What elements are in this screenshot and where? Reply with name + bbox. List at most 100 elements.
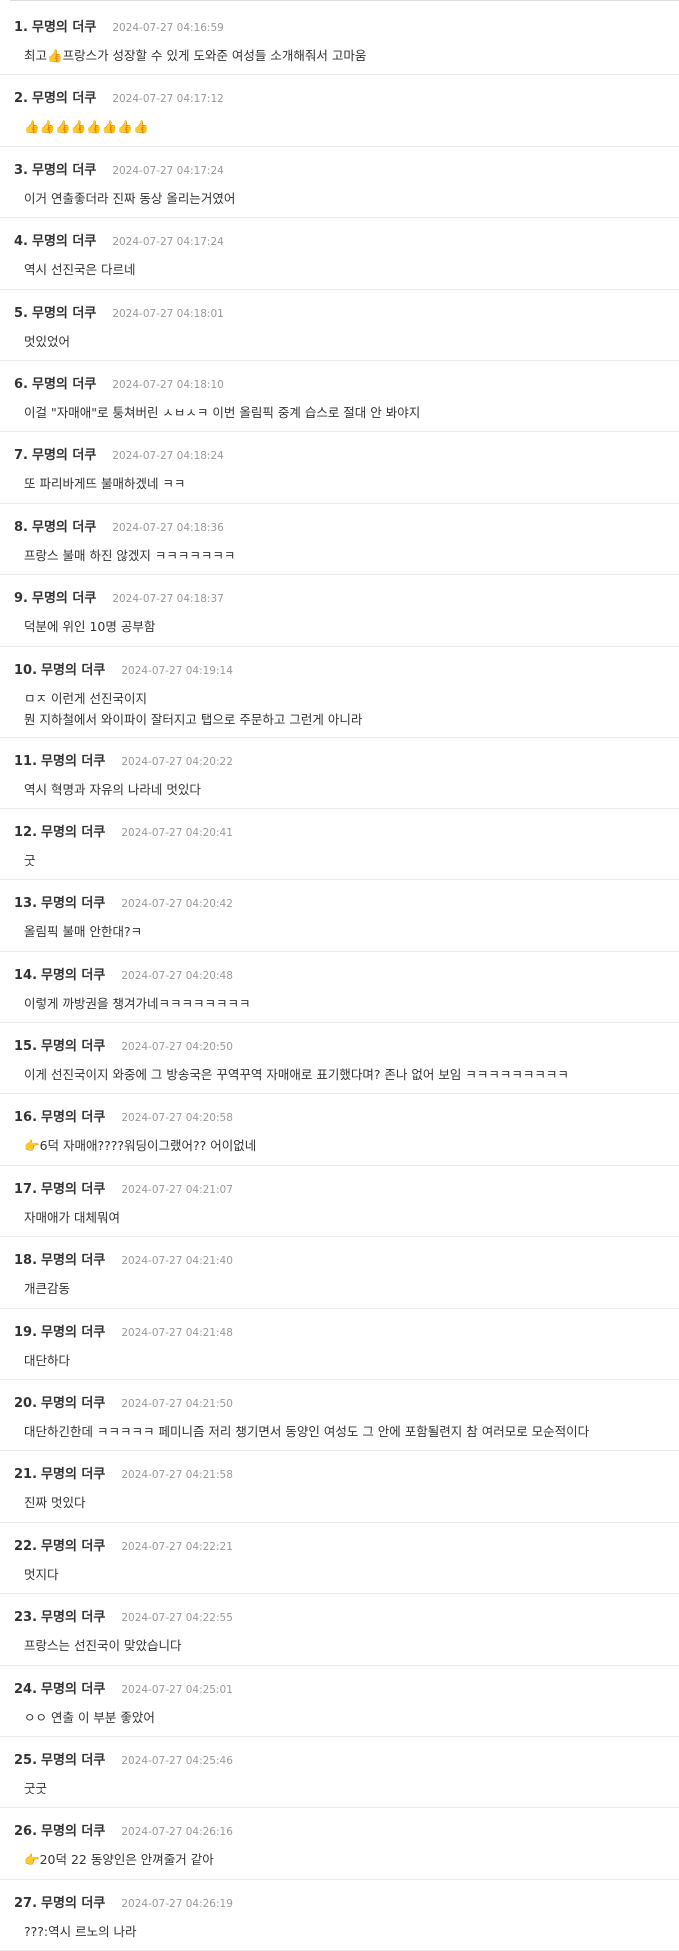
comment-meta: 25. 무명의 더쿠 2024-07-27 04:25:46 xyxy=(14,1749,679,1769)
comment-author-name[interactable]: 무명의 더쿠 xyxy=(41,1535,105,1554)
comment-timestamp: 2024-07-27 04:25:46 xyxy=(121,1754,233,1767)
comment-meta: 11. 무명의 더쿠 2024-07-27 04:20:22 xyxy=(14,750,679,770)
comment-meta: 2. 무명의 더쿠 2024-07-27 04:17:12 xyxy=(14,87,679,107)
comment-author-name[interactable]: 무명의 더쿠 xyxy=(32,373,96,392)
comment-author-name[interactable]: 무명의 더쿠 xyxy=(41,1463,105,1482)
comment-author[interactable]: 24. xyxy=(14,1682,37,1697)
comment-author-name[interactable]: 무명의 더쿠 xyxy=(41,659,105,678)
comment-item: 17. 무명의 더쿠 2024-07-27 04:21:07 자매애가 대체뭐여 xyxy=(0,1166,679,1238)
comment-author[interactable]: 8. xyxy=(14,520,28,535)
comment-author[interactable]: 16. xyxy=(14,1110,37,1125)
comment-author[interactable]: 19. xyxy=(14,1325,37,1340)
comment-item: 23. 무명의 더쿠 2024-07-27 04:22:55 프랑스는 선진국이 맞았… xyxy=(0,1594,679,1666)
comment-author-name[interactable]: 무명의 더쿠 xyxy=(32,159,96,178)
comment-list: 1. 무명의 더쿠 2024-07-27 04:16:59 최고👍프랑스가 성장할 수… xyxy=(0,4,679,1951)
comment-meta: 9. 무명의 더쿠 2024-07-27 04:18:37 xyxy=(14,587,679,607)
comment-text: 이걸 "자매애"로 퉁쳐버린 ㅅㅂㅅㅋ 이번 올림픽 중계 습스로 절대 안 봐… xyxy=(24,404,421,420)
comment-text: 최고👍프랑스가 성장할 수 있게 도와준 여성들 소개해줘서 고마움 xyxy=(24,48,367,63)
comment-text: 멋있었어 xyxy=(24,333,71,349)
comment-author[interactable]: 21. xyxy=(14,1467,37,1482)
comment-meta: 12. 무명의 더쿠 2024-07-27 04:20:41 xyxy=(14,821,679,841)
comment-meta: 1. 무명의 더쿠 2024-07-27 04:16:59 xyxy=(14,16,679,36)
comment-author[interactable]: 14. xyxy=(14,968,37,983)
comment-author-name[interactable]: 무명의 더쿠 xyxy=(41,892,105,911)
comment-author[interactable]: 3. xyxy=(14,163,28,178)
comment-author-name[interactable]: 무명의 더쿠 xyxy=(41,1106,105,1125)
comment-text: 이게 선진국이지 와중에 그 방송국은 꾸역꾸역 자매애로 표기했다며? 존나 … xyxy=(24,1067,569,1083)
comment-item: 11. 무명의 더쿠 2024-07-27 04:20:22 역시 혁명과 자유의 나… xyxy=(0,738,679,809)
comment-timestamp: 2024-07-27 04:18:01 xyxy=(112,307,224,320)
comment-author[interactable]: 27. xyxy=(14,1896,37,1911)
comment-author[interactable]: 10. xyxy=(14,663,37,678)
comment-meta: 17. 무명의 더쿠 2024-07-27 04:21:07 xyxy=(14,1178,679,1198)
comment-item: 21. 무명의 더쿠 2024-07-27 04:21:58 진짜 멋있다 xyxy=(0,1451,679,1523)
comment-author[interactable]: 1. xyxy=(14,20,28,35)
comment-text: 굿굿 xyxy=(24,1780,48,1796)
comment-author-name[interactable]: 무명의 더쿠 xyxy=(41,1321,105,1340)
comment-meta: 27. 무명의 더쿠 2024-07-27 04:26:19 xyxy=(14,1892,679,1912)
comment-meta: 22. 무명의 더쿠 2024-07-27 04:22:21 xyxy=(14,1535,679,1555)
comment-author[interactable]: 4. xyxy=(14,234,28,249)
comment-author-name[interactable]: 무명의 더쿠 xyxy=(41,1249,105,1268)
comment-section: 1. 무명의 더쿠 2024-07-27 04:16:59 최고👍프랑스가 성장할 수… xyxy=(0,0,679,1951)
comment-author-name[interactable]: 무명의 더쿠 xyxy=(41,1678,105,1697)
comment-author-name[interactable]: 무명의 더쿠 xyxy=(32,444,96,463)
comment-author-name[interactable]: 무명의 더쿠 xyxy=(41,1749,105,1768)
comment-item: 3. 무명의 더쿠 2024-07-27 04:17:24 이거 연출좋더라 진짜 동… xyxy=(0,147,679,219)
comment-timestamp: 2024-07-27 04:21:58 xyxy=(121,1469,233,1482)
comment-author-name[interactable]: 무명의 더쿠 xyxy=(32,16,96,35)
comment-author[interactable]: 12. xyxy=(14,825,37,840)
comment-timestamp: 2024-07-27 04:26:19 xyxy=(121,1897,233,1910)
comment-meta: 4. 무명의 더쿠 2024-07-27 04:17:24 xyxy=(14,230,679,250)
comment-author-name[interactable]: 무명의 더쿠 xyxy=(32,587,96,606)
comment-author-name[interactable]: 무명의 더쿠 xyxy=(41,1178,105,1197)
comment-meta: 20. 무명의 더쿠 2024-07-27 04:21:50 xyxy=(14,1392,679,1412)
comment-meta: 7. 무명의 더쿠 2024-07-27 04:18:24 xyxy=(14,444,679,464)
comment-author[interactable]: 25. xyxy=(14,1753,37,1768)
comment-author-name[interactable]: 무명의 더쿠 xyxy=(41,1035,105,1054)
comment-author-name[interactable]: 무명의 더쿠 xyxy=(41,1892,105,1911)
comment-meta: 24. 무명의 더쿠 2024-07-27 04:25:01 xyxy=(14,1678,679,1698)
comment-author[interactable]: 20. xyxy=(14,1396,37,1411)
comment-author-name[interactable]: 무명의 더쿠 xyxy=(32,302,96,321)
comment-author-name[interactable]: 무명의 더쿠 xyxy=(41,964,105,983)
comment-author[interactable]: 2. xyxy=(14,91,28,106)
comment-item: 13. 무명의 더쿠 2024-07-27 04:20:42 올림픽 불매 안한대?ㅋ xyxy=(0,880,679,952)
comment-author[interactable]: 22. xyxy=(14,1539,37,1554)
comment-text: 👉6덕 자매애????워딩이그랬어?? 어이없네 xyxy=(24,1138,257,1154)
comment-author-name[interactable]: 무명의 더쿠 xyxy=(41,821,105,840)
comment-author[interactable]: 17. xyxy=(14,1182,37,1197)
comment-author[interactable]: 18. xyxy=(14,1253,37,1268)
comment-author-name[interactable]: 무명의 더쿠 xyxy=(32,516,96,535)
comment-author[interactable]: 23. xyxy=(14,1610,37,1625)
comment-author-name[interactable]: 무명의 더쿠 xyxy=(32,87,96,106)
comment-text: 대단하긴한데 ㅋㅋㅋㅋㅋ 페미니즘 저리 챙기면서 동양인 여성도 그 안에 포… xyxy=(24,1424,590,1440)
comment-author[interactable]: 6. xyxy=(14,377,28,392)
comment-author-name[interactable]: 무명의 더쿠 xyxy=(41,750,105,769)
comment-item: 22. 무명의 더쿠 2024-07-27 04:22:21 멋지다 xyxy=(0,1523,679,1595)
comment-text: 굿 xyxy=(24,852,36,868)
comment-timestamp: 2024-07-27 04:25:01 xyxy=(121,1683,233,1696)
comment-author-name[interactable]: 무명의 더쿠 xyxy=(41,1820,105,1839)
comment-author-name[interactable]: 무명의 더쿠 xyxy=(41,1606,105,1625)
comment-item: 10. 무명의 더쿠 2024-07-27 04:19:14 ㅁㅈ 이런게 선진국이지… xyxy=(0,647,679,738)
comment-author[interactable]: 5. xyxy=(14,306,28,321)
comment-author-name[interactable]: 무명의 더쿠 xyxy=(41,1392,105,1411)
comment-author[interactable]: 13. xyxy=(14,896,37,911)
comment-author[interactable]: 11. xyxy=(14,754,37,769)
comment-author[interactable]: 15. xyxy=(14,1039,37,1054)
comment-author[interactable]: 26. xyxy=(14,1824,37,1839)
comment-timestamp: 2024-07-27 04:21:48 xyxy=(121,1326,233,1339)
comment-text: 이거 연출좋더라 진짜 동상 올리는거였어 xyxy=(24,190,236,206)
comment-timestamp: 2024-07-27 04:21:07 xyxy=(121,1183,233,1196)
comment-text: 프랑스 불매 하진 않겠지 ㅋㅋㅋㅋㅋㅋㅋ xyxy=(24,547,236,563)
comment-item: 2. 무명의 더쿠 2024-07-27 04:17:12 👍👍👍👍👍👍👍👍 xyxy=(0,75,679,147)
comment-meta: 15. 무명의 더쿠 2024-07-27 04:20:50 xyxy=(14,1035,679,1055)
comment-timestamp: 2024-07-27 04:20:58 xyxy=(121,1112,233,1125)
comment-author[interactable]: 7. xyxy=(14,448,28,463)
comment-author[interactable]: 9. xyxy=(14,591,28,606)
comment-timestamp: 2024-07-27 04:20:48 xyxy=(121,969,233,982)
comment-meta: 21. 무명의 더쿠 2024-07-27 04:21:58 xyxy=(14,1463,679,1483)
comment-author-name[interactable]: 무명의 더쿠 xyxy=(32,230,96,249)
comment-item: 1. 무명의 더쿠 2024-07-27 04:16:59 최고👍프랑스가 성장할 수… xyxy=(0,4,679,76)
